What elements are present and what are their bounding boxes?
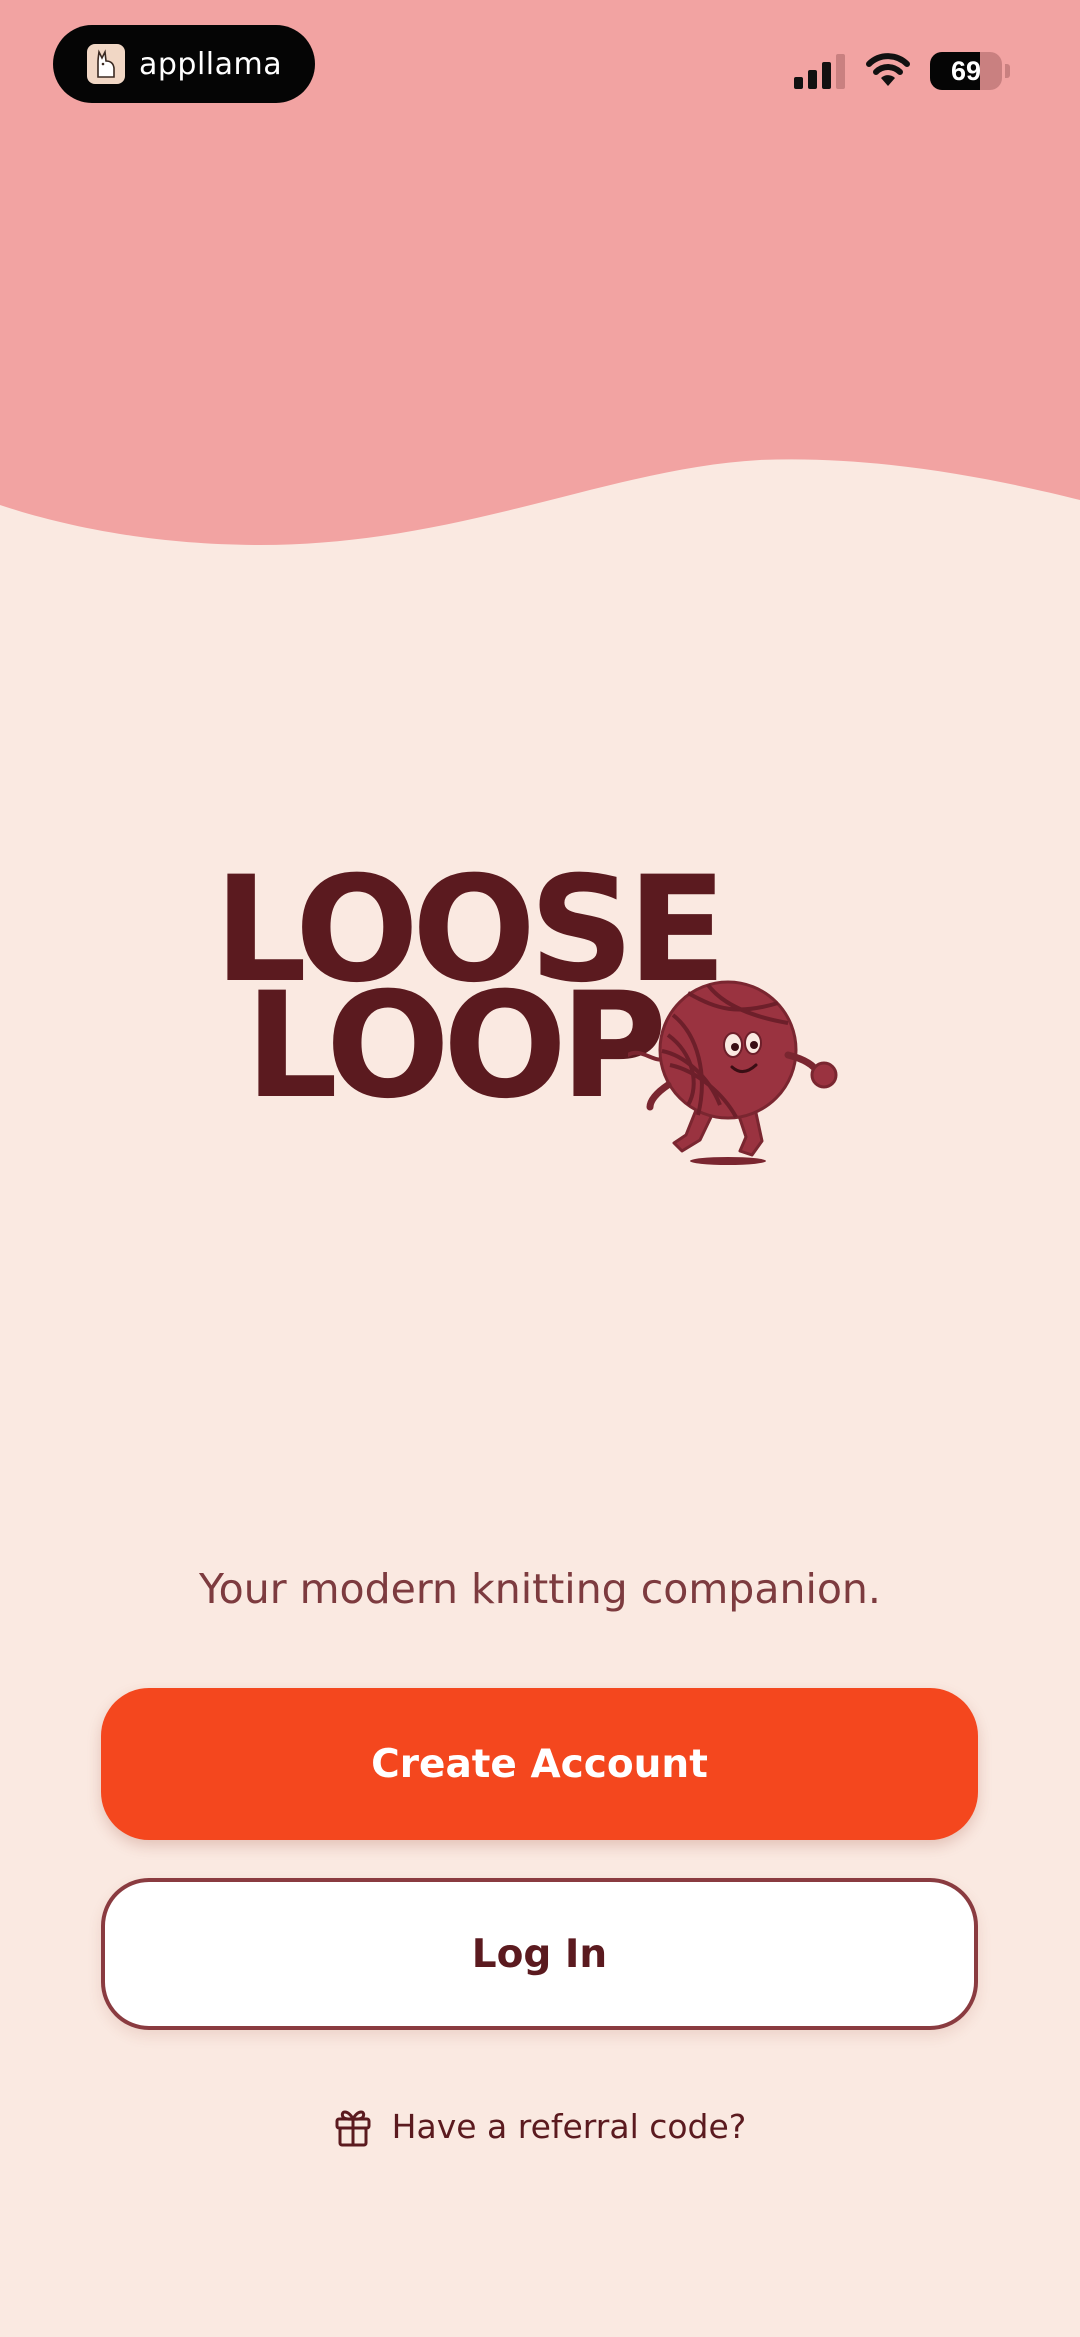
brand-logo: LOOSE LOOP <box>200 845 870 1175</box>
recorder-logo-icon <box>87 44 125 84</box>
referral-label: Have a referral code? <box>391 2106 747 2146</box>
recorder-badge[interactable]: appllama <box>53 25 315 103</box>
create-account-button[interactable]: Create Account <box>101 1688 978 1840</box>
battery-icon: 69 <box>930 52 1002 90</box>
log-in-button[interactable]: Log In <box>101 1878 978 2030</box>
status-icons: 69 <box>794 50 1010 92</box>
status-bar: appllama 69 <box>0 0 1080 130</box>
recorder-label: appllama <box>139 46 283 82</box>
tagline: Your modern knitting companion. <box>199 1565 881 1613</box>
yarn-ball-mascot-icon <box>628 980 838 1165</box>
battery-level: 69 <box>950 55 982 86</box>
battery-cap <box>1005 64 1010 78</box>
wifi-icon <box>866 53 910 86</box>
logo-word-loop: LOOP <box>245 961 667 1131</box>
referral-code-link[interactable]: Have a referral code? <box>0 2100 1080 2152</box>
welcome-screen: appllama 69 LOOSE LOOP Your modern knitt… <box>0 0 1080 2337</box>
gift-icon <box>335 2110 371 2147</box>
cellular-signal-icon <box>794 54 845 89</box>
